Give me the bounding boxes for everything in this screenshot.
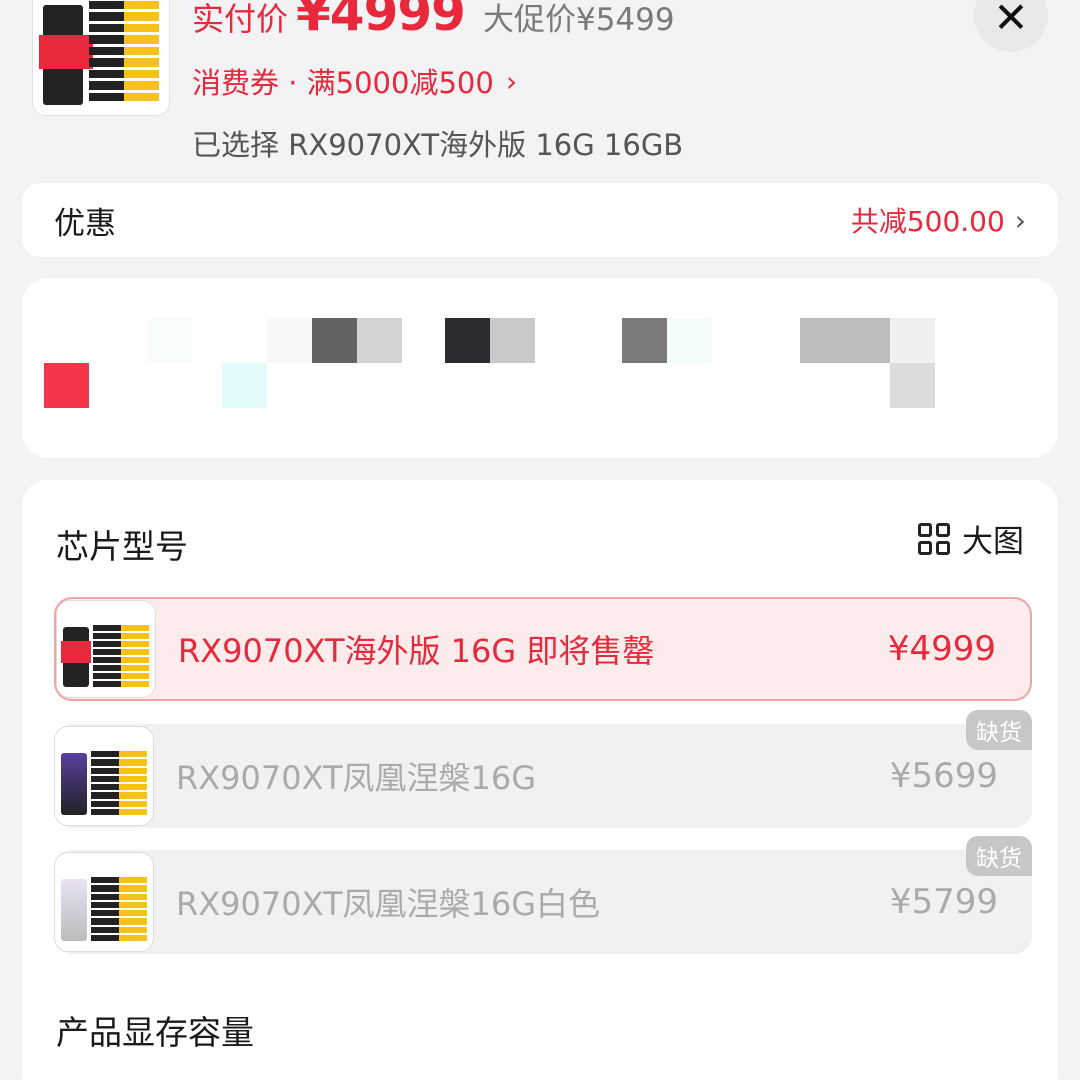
promo-price: 大促价¥5499: [482, 2, 675, 38]
pixel-block: [490, 318, 535, 363]
offer-title: 优惠: [54, 205, 116, 242]
discount-total: 共减500.00: [850, 205, 1005, 238]
option-price: ¥5799: [889, 882, 998, 922]
option-thumbnail: [54, 726, 154, 826]
offer-discount: 共减500.00 ›: [851, 200, 1026, 240]
pixel-block: [890, 318, 935, 363]
chevron-right-icon: ›: [505, 64, 518, 98]
chip-option-2[interactable]: RX9070XT凤凰涅槃16G ¥5699 缺货: [54, 710, 1032, 828]
graphics-card-image: [55, 853, 153, 951]
out-of-stock-badge: 缺货: [966, 836, 1032, 876]
chip-section-title: 芯片型号: [56, 527, 188, 566]
product-thumbnail[interactable]: [32, 0, 170, 116]
option-label: RX9070XT凤凰涅槃16G: [176, 759, 537, 797]
pixel-block: [44, 363, 89, 408]
pixel-block: [312, 318, 357, 363]
chip-option-3[interactable]: RX9070XT凤凰涅槃16G白色 ¥5799 缺货: [54, 836, 1032, 954]
coupon-text: 消费券 · 满5000减500: [192, 66, 494, 100]
big-image-toggle[interactable]: 大图: [918, 516, 1024, 561]
pixel-block: [800, 318, 845, 363]
graphics-card-image: [55, 727, 153, 825]
offer-row[interactable]: 优惠 共减500.00 ›: [22, 183, 1058, 257]
close-button[interactable]: ✕: [974, 0, 1048, 52]
pixel-block: [845, 318, 890, 363]
graphics-card-image: [57, 601, 155, 697]
price-value: ¥4999: [296, 0, 466, 42]
option-label: RX9070XT凤凰涅槃16G白色: [176, 885, 601, 923]
price-line: 实付价 ¥4999 大促价¥5499: [192, 0, 675, 44]
selected-variant-text: 已选择 RX9070XT海外版 16G 16GB: [192, 128, 684, 162]
grid-icon: [918, 522, 950, 555]
pixelated-region: [22, 278, 1058, 458]
pixel-block: [667, 318, 712, 363]
option-price: ¥4999: [887, 629, 996, 669]
option-thumbnail: [54, 852, 154, 952]
pixel-block: [267, 318, 312, 363]
close-icon: ✕: [993, 0, 1029, 42]
pixel-block: [445, 318, 490, 363]
option-price: ¥5699: [889, 756, 998, 796]
pixel-block: [357, 318, 402, 363]
big-image-label: 大图: [962, 524, 1024, 560]
graphics-card-image: [33, 0, 169, 115]
coupon-link[interactable]: 消费券 · 满5000减500 ›: [192, 60, 517, 102]
memory-section-title: 产品显存容量: [56, 1013, 254, 1052]
chip-model-section: 芯片型号 大图 RX9070XT海外版 16G 即将售罄 ¥4999 RX907…: [22, 480, 1058, 1080]
pixel-block: [147, 318, 192, 363]
chip-option-1[interactable]: RX9070XT海外版 16G 即将售罄 ¥4999: [54, 597, 1032, 701]
pixel-block: [222, 363, 267, 408]
pixel-block: [890, 363, 935, 408]
out-of-stock-badge: 缺货: [966, 710, 1032, 750]
pixel-block: [622, 318, 667, 363]
price-label: 实付价: [192, 0, 289, 38]
option-label: RX9070XT海外版 16G 即将售罄: [178, 632, 655, 670]
chevron-right-icon: ›: [1014, 203, 1026, 237]
option-thumbnail: [56, 600, 156, 698]
